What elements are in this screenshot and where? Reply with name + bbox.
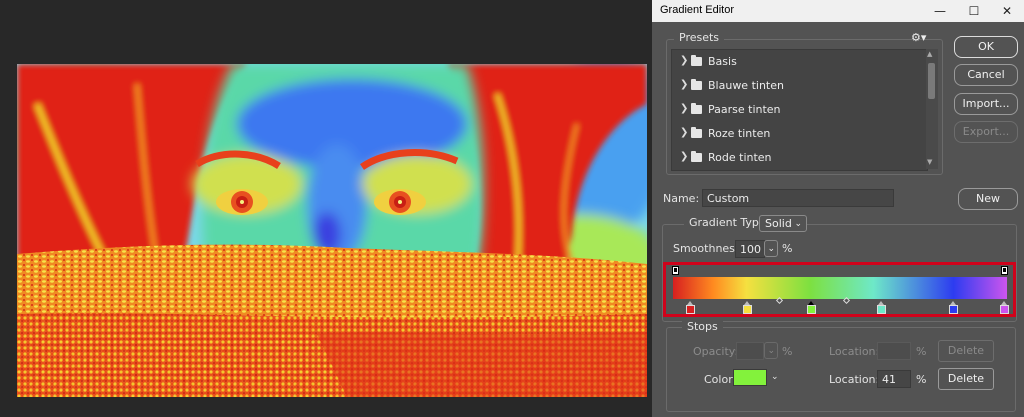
smoothness-field[interactable]: 100 (735, 240, 765, 258)
smoothness-stepper[interactable]: ⌄ (764, 240, 778, 257)
folder-icon (691, 151, 702, 162)
smoothness-unit: % (782, 242, 793, 255)
ok-button[interactable]: OK (954, 36, 1018, 58)
presets-scrollbar[interactable]: ▲ ▼ (926, 49, 938, 169)
opacity-unit: % (782, 345, 793, 358)
color-delete-button[interactable]: Delete (938, 368, 994, 390)
gear-icon[interactable]: ⚙▾ (911, 31, 926, 44)
new-button[interactable]: New (958, 188, 1018, 210)
color-stop[interactable] (877, 301, 886, 314)
dialog-title: Gradient Editor (660, 4, 734, 16)
color-location-field[interactable]: 41 (877, 370, 911, 388)
chevron-down-icon[interactable]: ⌄ (771, 372, 779, 382)
chevron-right-icon[interactable]: ❯ (680, 127, 688, 138)
chevron-down-icon: ⌄ (767, 244, 775, 254)
color-stop-selected[interactable] (807, 301, 816, 314)
chevron-right-icon[interactable]: ❯ (680, 103, 688, 114)
preset-folder-roze-tinten[interactable]: ❯ Roze tinten (672, 122, 927, 146)
opacity-delete-button[interactable]: Delete (938, 340, 994, 362)
color-location-unit: % (916, 373, 927, 386)
color-label: Color: (704, 373, 737, 386)
opacity-stop[interactable] (672, 266, 679, 275)
presets-label: Presets (674, 31, 725, 44)
export-button[interactable]: Export... (954, 121, 1018, 143)
chevron-right-icon[interactable]: ❯ (680, 55, 688, 66)
document-image[interactable] (17, 64, 647, 397)
opacity-field[interactable] (736, 342, 764, 360)
title-bar: Gradient Editor — ☐ ✕ (652, 0, 1024, 22)
color-stop[interactable] (743, 301, 752, 314)
import-button[interactable]: Import... (954, 93, 1018, 115)
opacity-stop[interactable] (1001, 266, 1008, 275)
chevron-right-icon[interactable]: ❯ (680, 151, 688, 162)
color-location-label: Location: (829, 373, 880, 386)
scrollbar-thumb[interactable] (928, 63, 935, 99)
opacity-location-unit: % (916, 345, 927, 358)
gradient-type-dropdown[interactable]: Solid ⌄ (759, 215, 807, 232)
preset-folder-blauwe-tinten[interactable]: ❯ Blauwe tinten (672, 74, 927, 98)
folder-icon (691, 79, 702, 90)
chevron-down-icon: ⌄ (767, 346, 775, 356)
minimize-icon[interactable]: — (932, 3, 948, 19)
scroll-down-icon[interactable]: ▼ (927, 158, 932, 166)
folder-icon (691, 103, 702, 114)
opacity-label: Opacity: (693, 345, 739, 358)
name-field[interactable]: Custom (702, 189, 894, 207)
folder-icon (691, 127, 702, 138)
preset-folder-label: Rode tinten (708, 151, 772, 164)
chevron-right-icon[interactable]: ❯ (680, 79, 688, 90)
name-label: Name: (663, 192, 700, 205)
opacity-stepper[interactable]: ⌄ (764, 342, 778, 359)
color-stop[interactable] (949, 301, 958, 314)
preset-folder-basis[interactable]: ❯ Basis (672, 50, 927, 74)
folder-icon (691, 55, 702, 66)
canvas-area (0, 0, 652, 417)
presets-list[interactable]: ❯ Basis ❯ Blauwe tinten ❯ Paarse tinten … (671, 49, 928, 171)
scroll-up-icon[interactable]: ▲ (927, 50, 932, 58)
smoothness-label: Smoothness: (673, 242, 745, 255)
opacity-location-field[interactable] (877, 342, 911, 360)
cancel-button[interactable]: Cancel (954, 64, 1018, 86)
preset-folder-label: Blauwe tinten (708, 79, 784, 92)
color-swatch[interactable] (733, 369, 767, 386)
gradient-type-value: Solid (765, 217, 792, 230)
stops-label: Stops (682, 320, 723, 333)
preset-folder-paarse-tinten[interactable]: ❯ Paarse tinten (672, 98, 927, 122)
gradient-bar[interactable] (673, 277, 1007, 299)
chevron-down-icon: ⌄ (794, 219, 802, 229)
opacity-location-label: Location: (829, 345, 880, 358)
color-stop[interactable] (1000, 301, 1009, 314)
close-icon[interactable]: ✕ (999, 3, 1015, 19)
gradient-editor-dialog: Gradient Editor — ☐ ✕ Presets ⚙▾ ❯ Basis… (652, 0, 1024, 417)
color-stop[interactable] (686, 301, 695, 314)
maximize-icon[interactable]: ☐ (966, 3, 982, 19)
preset-folder-label: Basis (708, 55, 737, 68)
preset-folder-label: Roze tinten (708, 127, 771, 140)
preset-folder-rode-tinten[interactable]: ❯ Rode tinten (672, 146, 927, 170)
preset-folder-label: Paarse tinten (708, 103, 781, 116)
